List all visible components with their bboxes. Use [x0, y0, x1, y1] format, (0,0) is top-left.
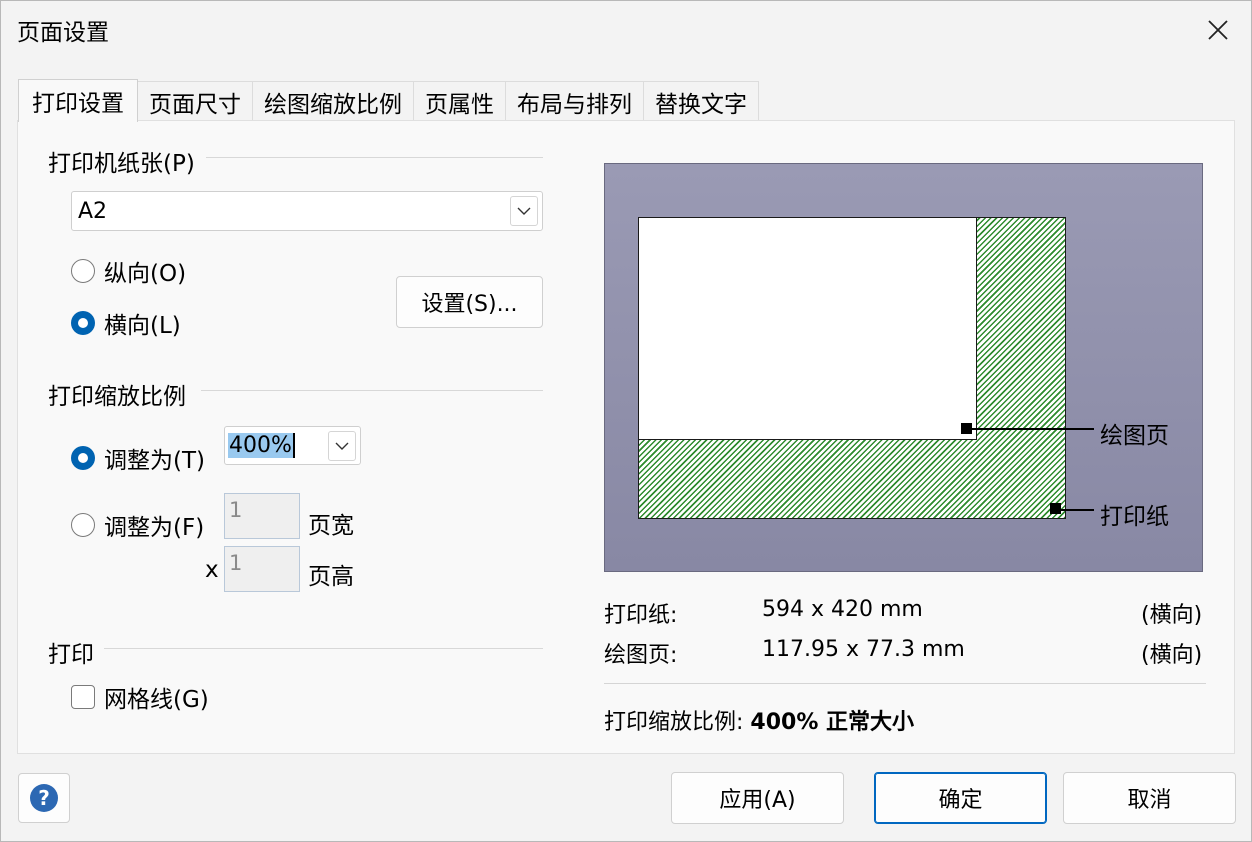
zoom-percent-combo[interactable]: 400%	[224, 426, 361, 465]
paper-info-size: 594 x 420 mm	[762, 597, 923, 622]
fit-height-unit: 页高	[308, 564, 354, 590]
drawing-page-label: 绘图页	[1100, 423, 1169, 449]
help-button[interactable]: ?	[18, 773, 70, 823]
gridlines-label: 网格线(G)	[104, 687, 209, 713]
group-divider	[201, 390, 543, 391]
tab-alt-text[interactable]: 替换文字	[643, 81, 759, 121]
portrait-radio[interactable]	[71, 259, 95, 283]
paper-size-select[interactable]: A2	[71, 191, 543, 231]
fit-height-input[interactable]: 1	[224, 546, 300, 592]
gridlines-checkbox[interactable]	[71, 685, 95, 709]
group-divider	[206, 157, 543, 158]
zoom-percent-value[interactable]: 400%	[228, 433, 295, 458]
drawing-info-size: 117.95 x 77.3 mm	[762, 637, 965, 662]
help-icon: ?	[30, 784, 58, 812]
paper-info-label: 打印纸:	[604, 603, 678, 628]
close-button[interactable]	[1195, 7, 1241, 53]
landscape-option[interactable]: 横向(L)	[71, 306, 181, 340]
landscape-radio[interactable]	[71, 311, 95, 335]
fit-width-unit: 页宽	[308, 513, 354, 539]
dropdown-button[interactable]	[328, 431, 356, 461]
tab-print-setup[interactable]: 打印设置	[18, 79, 138, 122]
chevron-down-icon	[517, 207, 531, 215]
fit-to-label: 调整为(F)	[104, 515, 205, 541]
close-icon	[1208, 20, 1228, 40]
tab-page-size[interactable]: 页面尺寸	[137, 81, 253, 121]
info-divider	[604, 683, 1206, 684]
drawing-page-preview	[639, 218, 977, 440]
gridlines-option[interactable]: 网格线(G)	[71, 680, 209, 714]
printer-setup-button[interactable]: 设置(S)...	[396, 276, 543, 328]
ok-button[interactable]: 确定	[874, 772, 1047, 824]
print-paper-preview	[638, 217, 1066, 519]
drawing-info-label: 绘图页:	[604, 643, 678, 668]
adjust-to-label: 调整为(T)	[104, 448, 205, 474]
dropdown-button[interactable]	[510, 196, 538, 226]
landscape-label: 横向(L)	[104, 313, 181, 339]
zoom-info: 打印缩放比例: 400% 正常大小	[604, 704, 914, 736]
tab-strip: 打印设置 页面尺寸 绘图缩放比例 页属性 布局与排列 替换文字	[18, 79, 759, 122]
drawing-info-orientation: (横向)	[1141, 643, 1203, 668]
tab-page-properties[interactable]: 页属性	[413, 81, 506, 121]
fit-to-option[interactable]: 调整为(F)	[71, 508, 204, 542]
printer-paper-group-label: 打印机纸张(P)	[48, 151, 195, 177]
print-paper-leader-line	[1059, 509, 1094, 511]
zoom-info-label: 打印缩放比例:	[604, 710, 744, 735]
paper-info-orientation: (横向)	[1141, 603, 1203, 628]
chevron-down-icon	[335, 442, 349, 450]
paper-size-value: A2	[78, 198, 108, 224]
adjust-to-radio[interactable]	[71, 446, 95, 470]
portrait-label: 纵向(O)	[104, 261, 187, 287]
drawing-page-leader-line	[970, 428, 1094, 430]
print-group-label: 打印	[48, 642, 94, 668]
print-zoom-group-label: 打印缩放比例	[48, 384, 186, 410]
tab-layout-routing[interactable]: 布局与排列	[505, 81, 644, 121]
group-divider	[104, 648, 543, 649]
title-bar: 页面设置	[1, 1, 1251, 59]
fit-width-input[interactable]: 1	[224, 493, 300, 539]
tab-drawing-scale[interactable]: 绘图缩放比例	[252, 81, 414, 121]
times-label: x	[205, 557, 219, 583]
apply-button[interactable]: 应用(A)	[671, 772, 844, 824]
page-setup-dialog: 页面设置 打印设置 页面尺寸 绘图缩放比例 页属性 布局与排列 替换文字 打印机…	[0, 0, 1252, 842]
print-paper-label: 打印纸	[1100, 504, 1169, 530]
adjust-to-option[interactable]: 调整为(T)	[71, 441, 205, 475]
fit-to-radio[interactable]	[71, 513, 95, 537]
cancel-button[interactable]: 取消	[1063, 772, 1236, 824]
zoom-info-value: 400% 正常大小	[750, 710, 915, 735]
dialog-title: 页面设置	[17, 20, 109, 46]
portrait-option[interactable]: 纵向(O)	[71, 254, 186, 288]
